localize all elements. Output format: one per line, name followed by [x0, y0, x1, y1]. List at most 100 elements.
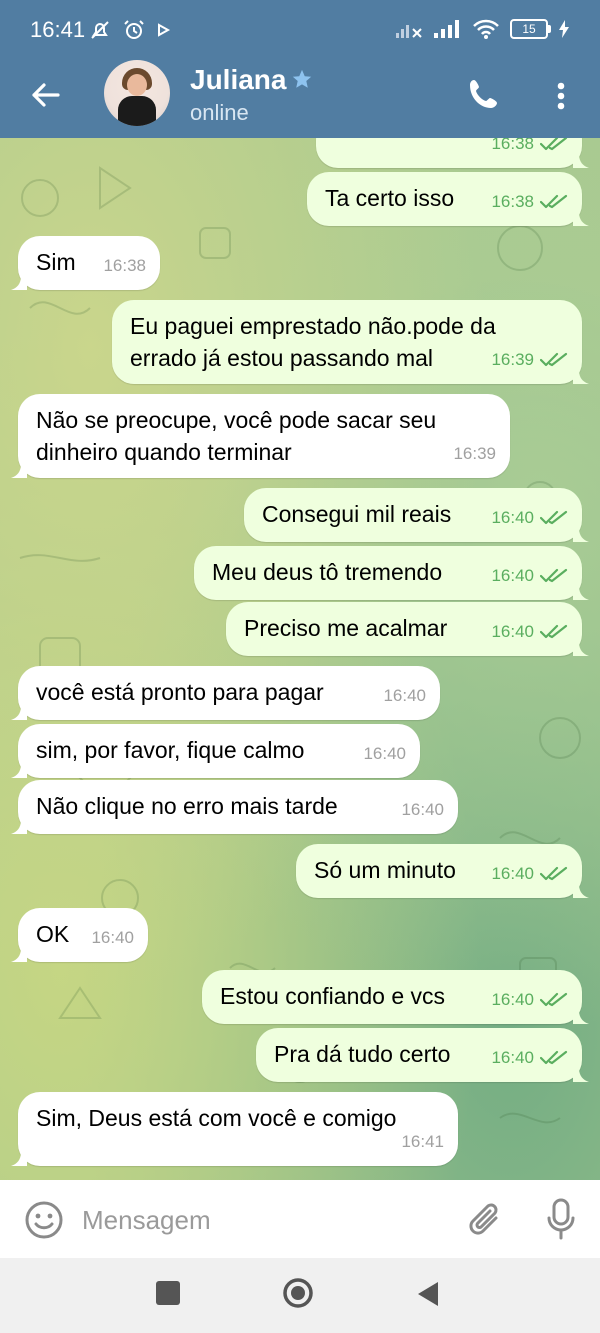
status-left-icons	[88, 18, 172, 42]
charging-icon	[559, 20, 569, 38]
outgoing-message[interactable]: Estou confiando e vcs 16:40	[202, 970, 589, 1024]
double-check-icon	[540, 138, 568, 151]
message-time: 16:40	[491, 622, 534, 641]
incoming-message[interactable]: sim, por favor, fique calmo 16:40	[11, 724, 420, 778]
double-check-icon	[540, 510, 568, 525]
incoming-message[interactable]: Não clique no erro mais tarde 16:40	[11, 780, 458, 834]
avatar[interactable]	[104, 60, 170, 126]
outgoing-message[interactable]: Ta certo isso 16:38	[307, 172, 589, 226]
home-button[interactable]	[282, 1277, 314, 1309]
microphone-icon[interactable]	[546, 1198, 576, 1240]
message-meta: 16:40	[491, 502, 568, 534]
double-check-icon	[540, 568, 568, 583]
wifi-icon	[473, 19, 499, 39]
message-time: 16:40	[491, 508, 534, 527]
signal-icon	[434, 20, 459, 38]
paperclip-icon[interactable]	[466, 1200, 504, 1240]
message-time: 16:40	[491, 566, 534, 585]
back-arrow-icon[interactable]	[28, 78, 62, 112]
message-meta: 16:41	[401, 1126, 444, 1158]
message-meta: 16:38	[491, 186, 568, 218]
incoming-message[interactable]: OK 16:40	[11, 908, 148, 962]
message-text: Sim, Deus está com você e comigo	[36, 1105, 397, 1131]
system-nav-bar	[0, 1258, 600, 1333]
message-time: 16:40	[401, 800, 444, 819]
message-meta: 16:40	[491, 560, 568, 592]
phone-icon[interactable]	[466, 76, 502, 112]
muted-bell-icon	[91, 21, 109, 39]
message-input[interactable]	[80, 1198, 444, 1242]
incoming-message[interactable]: Não se preocupe, você pode sacar seu din…	[11, 394, 510, 478]
chat-header: Juliana online	[0, 60, 600, 138]
double-check-icon	[540, 1050, 568, 1065]
system-back-button[interactable]	[414, 1279, 442, 1309]
message-text: sim, por favor, fique calmo	[36, 737, 305, 763]
outgoing-message[interactable]: Consegui mil reais 16:40	[244, 488, 589, 542]
status-bar: 16:41 15	[0, 0, 600, 60]
status-right-icons: 15	[396, 18, 570, 40]
message-meta: 16:40	[491, 1042, 568, 1074]
message-time: 16:40	[363, 744, 406, 763]
alarm-clock-icon	[124, 20, 144, 39]
no-signal-icon	[396, 25, 422, 38]
bubble-tail	[11, 464, 27, 478]
bubble-tail	[11, 706, 27, 720]
message-text: você está pronto para pagar	[36, 679, 324, 705]
message-meta: 16:40	[491, 984, 568, 1016]
emoji-icon[interactable]	[24, 1200, 64, 1240]
contact-status: online	[190, 100, 249, 125]
bubble-tail	[573, 154, 589, 168]
outgoing-message[interactable]: Meu deus tô tremendo 16:40	[194, 546, 589, 600]
message-meta: 16:38	[103, 250, 146, 282]
battery-indicator: 15	[510, 19, 551, 39]
bubble-tail	[573, 528, 589, 542]
recent-apps-button[interactable]	[156, 1281, 180, 1305]
incoming-message[interactable]: você está pronto para pagar 16:40	[11, 666, 440, 720]
message-text: Não clique no erro mais tarde	[36, 793, 338, 819]
double-check-icon	[540, 866, 568, 881]
message-time: 16:38	[491, 192, 534, 211]
message-meta: 16:40	[383, 680, 426, 712]
contact-name[interactable]: Juliana	[190, 64, 286, 96]
message-meta: 16:40	[91, 922, 134, 954]
outgoing-message[interactable]: 16:38	[316, 138, 589, 168]
outgoing-message[interactable]: Preciso me acalmar 16:40	[226, 602, 589, 656]
bubble-tail	[573, 586, 589, 600]
outgoing-message[interactable]: Eu paguei emprestado não.pode da errado …	[112, 300, 589, 384]
message-meta: 16:40	[363, 738, 406, 770]
message-meta: 16:40	[401, 794, 444, 826]
message-meta: 16:39	[453, 438, 496, 470]
bubble-tail	[11, 764, 27, 778]
bubble-tail	[573, 642, 589, 656]
status-time: 16:41	[30, 17, 86, 42]
incoming-message[interactable]: Sim 16:38	[11, 236, 160, 290]
message-time: 16:41	[401, 1132, 444, 1151]
bubble-tail	[573, 1010, 589, 1024]
chat-area[interactable]: 16:38 Ta certo isso 16:38 Sim 16:38 Eu paguei…	[0, 138, 600, 1180]
bubble-tail	[11, 276, 27, 290]
outgoing-message[interactable]: Pra dá tudo certo 16:40	[256, 1028, 589, 1082]
double-check-icon	[540, 624, 568, 639]
message-time: 16:40	[491, 1048, 534, 1067]
double-check-icon	[540, 194, 568, 209]
message-time: 16:40	[491, 990, 534, 1009]
more-vertical-icon[interactable]	[546, 78, 576, 114]
incoming-message[interactable]: Sim, Deus está com você e comigo 16:41	[11, 1092, 458, 1166]
bubble-tail	[573, 212, 589, 226]
outgoing-message[interactable]: Só um minuto 16:40	[296, 844, 589, 898]
message-input-bar	[0, 1180, 600, 1258]
message-time: 16:39	[453, 444, 496, 463]
bubble-tail	[573, 884, 589, 898]
message-meta: 16:40	[491, 616, 568, 648]
bubble-tail	[11, 1152, 27, 1166]
message-meta: 16:39	[491, 344, 568, 376]
double-check-icon	[540, 352, 568, 367]
message-meta: 16:38	[491, 138, 568, 160]
bubble-tail	[573, 370, 589, 384]
bubble-tail	[11, 820, 27, 834]
message-time: 16:38	[491, 138, 534, 153]
star-icon	[292, 69, 312, 88]
bubble-tail	[573, 1068, 589, 1082]
message-time: 16:40	[91, 928, 134, 947]
bubble-tail	[11, 948, 27, 962]
